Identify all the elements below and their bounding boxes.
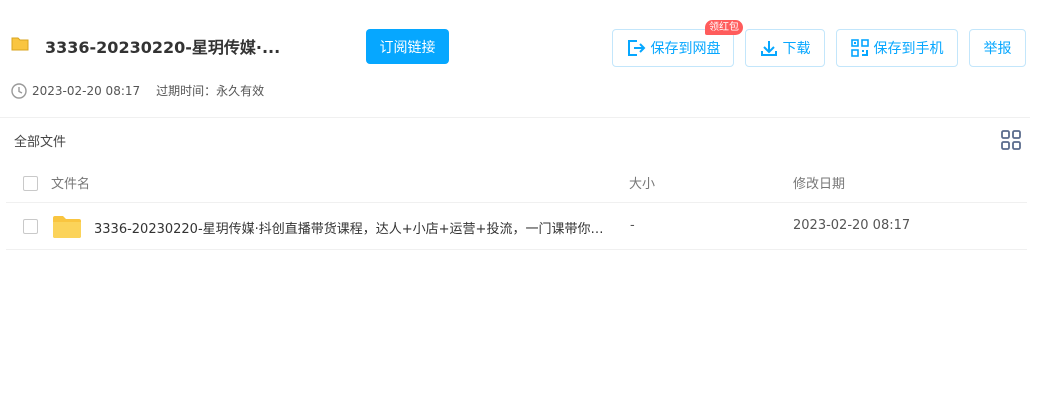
- share-title: 3336-20230220-星玥传媒·...: [45, 38, 281, 57]
- table-row[interactable]: 3336-20230220-星玥传媒·抖创直播带货课程，达人+小店+运营+投流，…: [6, 202, 1027, 250]
- download-button[interactable]: 下载: [745, 29, 825, 67]
- file-name[interactable]: 3336-20230220-星玥传媒·抖创直播带货课程，达人+小店+运营+投流，…: [94, 218, 609, 237]
- save-to-phone-button[interactable]: 保存到手机: [836, 29, 958, 67]
- column-header-name[interactable]: 文件名: [51, 173, 90, 192]
- column-header-modified[interactable]: 修改日期: [793, 173, 845, 192]
- file-size: -: [630, 218, 635, 233]
- breadcrumb[interactable]: 全部文件: [14, 131, 66, 150]
- grid-view-icon[interactable]: [1001, 130, 1021, 150]
- save-to-disk-icon: [627, 40, 645, 56]
- save-to-phone-label: 保存到手机: [873, 41, 944, 57]
- column-header-size[interactable]: 大小: [629, 173, 655, 192]
- header-divider: [0, 117, 1030, 118]
- expire-time: 过期时间：永久有效: [156, 84, 265, 98]
- subscribe-link-button[interactable]: 订阅链接: [366, 29, 449, 64]
- row-checkbox[interactable]: [23, 219, 38, 234]
- share-header: 3336-20230220-星玥传媒·... 订阅链接 保存到网盘 领红包 下载…: [0, 0, 1037, 118]
- red-packet-badge: 领红包: [705, 20, 743, 35]
- phone-qr-icon: [850, 39, 869, 57]
- file-modified-date: 2023-02-20 08:17: [793, 218, 911, 233]
- clock-icon: [11, 82, 27, 99]
- share-date: 2023-02-20 08:17: [32, 83, 141, 98]
- select-all-checkbox[interactable]: [23, 176, 38, 191]
- report-button[interactable]: 举报: [969, 29, 1026, 67]
- save-to-disk-label: 保存到网盘: [650, 41, 721, 57]
- folder-icon: [11, 37, 29, 51]
- table-header: 文件名 大小 修改日期: [0, 162, 1030, 202]
- share-meta: 2023-02-20 08:17 过期时间：永久有效: [11, 82, 264, 99]
- download-label: 下载: [782, 41, 811, 57]
- download-icon: [760, 41, 777, 56]
- folder-icon: [53, 216, 81, 238]
